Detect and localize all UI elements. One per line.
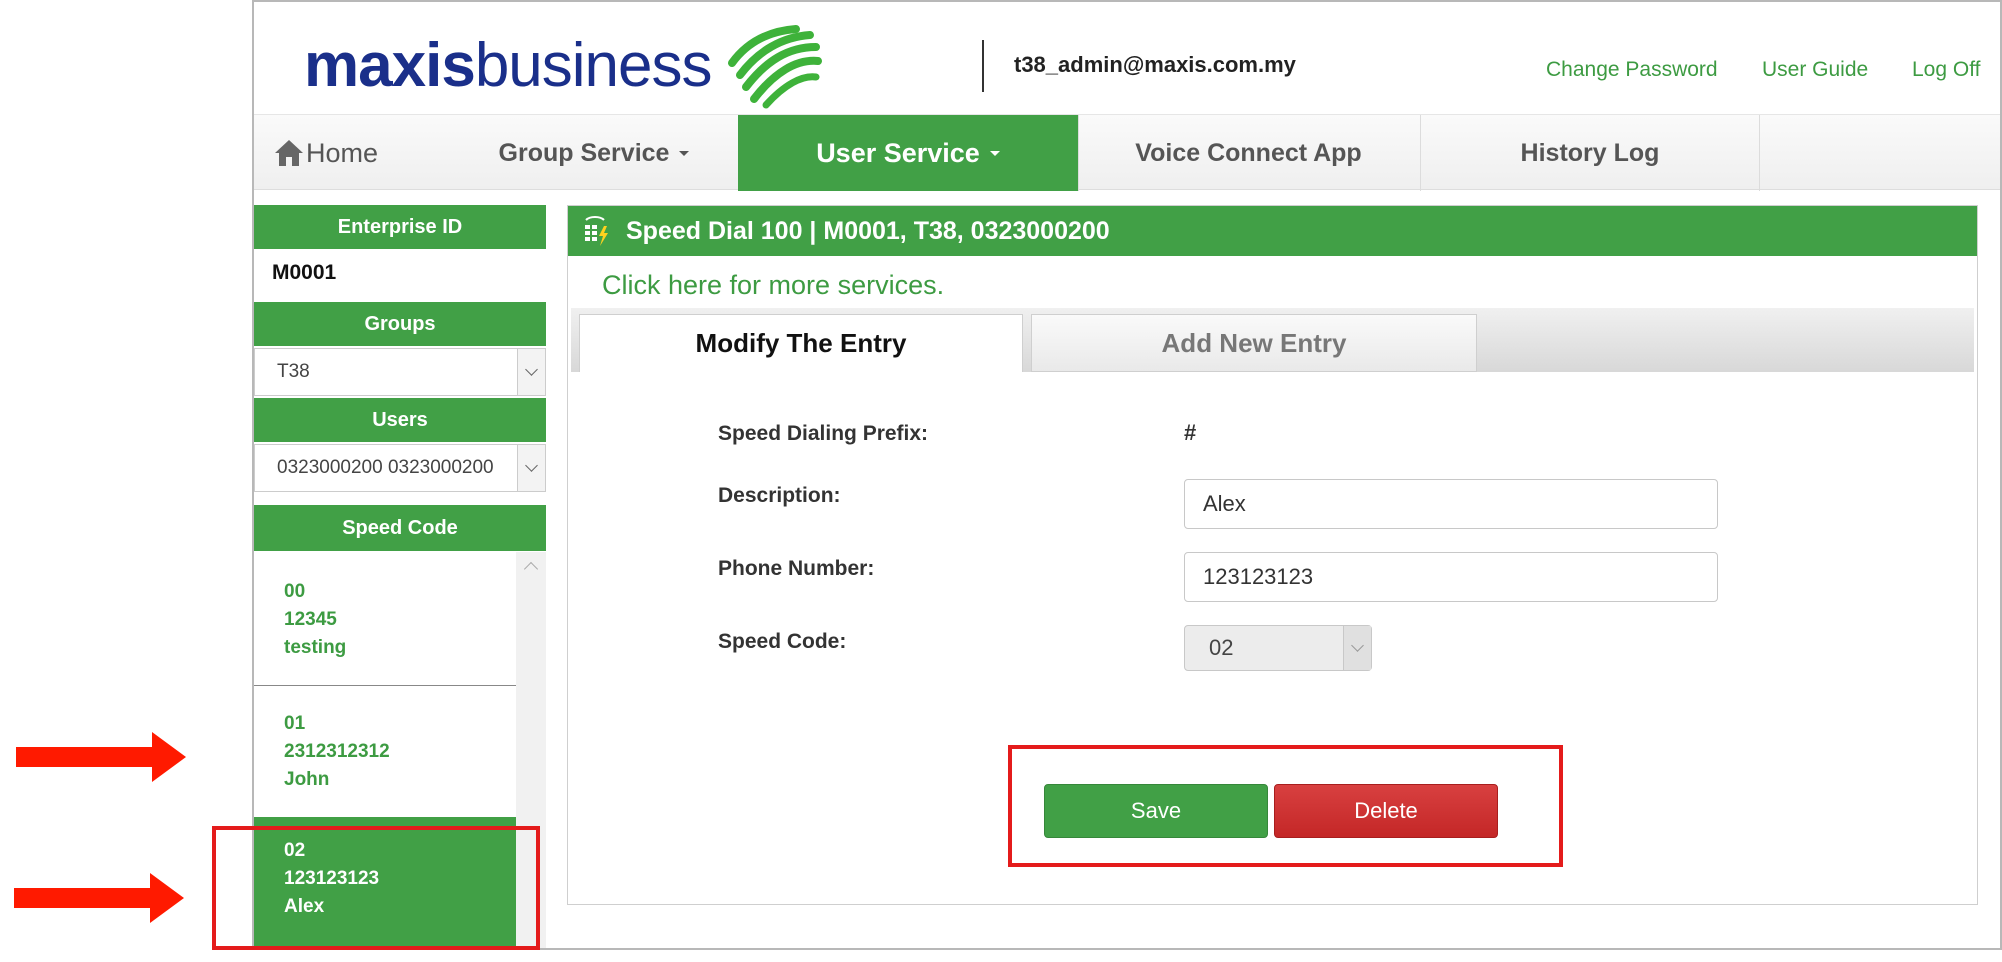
users-select[interactable]: 0323000200 0323000200 xyxy=(254,444,546,492)
red-arrow-icon xyxy=(14,873,184,923)
speed-item-code: 01 xyxy=(284,713,306,734)
groups-select-value: T38 xyxy=(277,361,310,382)
main-nav: Home Group Service User Service Voice Co… xyxy=(254,114,2000,191)
chevron-down-icon[interactable] xyxy=(517,349,545,395)
nav-user-service[interactable]: User Service xyxy=(738,115,1078,191)
groups-header: Groups xyxy=(254,302,546,346)
tab-modify-entry[interactable]: Modify The Entry xyxy=(579,314,1023,372)
caret-down-icon xyxy=(989,150,1000,156)
caret-down-icon xyxy=(679,150,690,156)
nav-group-service-label: Group Service xyxy=(498,138,670,167)
enterprise-id-value: M0001 xyxy=(272,261,337,284)
speed-code-header: Speed Code xyxy=(254,505,546,551)
speed-item-number: 2312312312 xyxy=(284,741,390,762)
logo-name-bold: maxis xyxy=(304,31,476,100)
description-input[interactable] xyxy=(1184,479,1718,529)
users-select-value: 0323000200 0323000200 xyxy=(277,457,494,478)
speed-code-select-value: 02 xyxy=(1209,635,1234,660)
users-header: Users xyxy=(254,398,546,442)
description-label: Description: xyxy=(718,484,841,507)
header-divider xyxy=(982,40,984,92)
enterprise-id-header: Enterprise ID xyxy=(254,205,546,249)
phone-keypad-icon xyxy=(585,216,608,246)
speed-code-item[interactable]: 01 2312312312 John xyxy=(254,686,516,817)
speed-item-number: 12345 xyxy=(284,609,337,630)
chevron-down-icon[interactable] xyxy=(517,445,545,491)
log-off-link[interactable]: Log Off xyxy=(1912,58,1981,82)
groups-select[interactable]: T38 xyxy=(254,348,546,396)
nav-user-service-label: User Service xyxy=(816,137,980,168)
nav-home-label: Home xyxy=(306,137,379,168)
speed-code-label: Speed Code: xyxy=(718,630,847,653)
chevron-down-icon[interactable] xyxy=(1343,626,1371,670)
change-password-link[interactable]: Change Password xyxy=(1546,58,1718,82)
user-guide-link[interactable]: User Guide xyxy=(1762,58,1868,82)
panel-title: Speed Dial 100 | M0001, T38, 0323000200 xyxy=(626,216,1110,245)
screenshot-stage: maxisbusiness t38_admin@maxis.com.my Cha… xyxy=(0,0,2002,962)
nav-home[interactable]: Home xyxy=(274,115,394,191)
speed-code-item[interactable]: 00 12345 testing xyxy=(254,552,516,686)
maxis-swirl-icon xyxy=(727,25,822,109)
speed-item-name: John xyxy=(284,769,330,790)
entry-tabs: Modify The Entry Add New Entry xyxy=(571,308,1974,372)
nav-group-service[interactable]: Group Service xyxy=(444,115,744,191)
red-arrow-icon xyxy=(16,732,186,782)
nav-history-log[interactable]: History Log xyxy=(1420,115,1760,191)
logo-text: maxisbusiness xyxy=(304,35,713,97)
annotation-highlight-speed-item xyxy=(212,826,540,950)
chevron-up-icon[interactable] xyxy=(523,561,539,577)
home-icon xyxy=(275,140,303,166)
maxis-business-logo[interactable]: maxisbusiness xyxy=(304,25,822,109)
speed-item-code: 00 xyxy=(284,581,306,602)
more-services-link[interactable]: Click here for more services. xyxy=(602,270,944,301)
speed-dialing-prefix-label: Speed Dialing Prefix: xyxy=(718,422,929,445)
panel-header: Speed Dial 100 | M0001, T38, 0323000200 xyxy=(568,206,1977,256)
nav-voice-connect[interactable]: Voice Connect App xyxy=(1078,115,1418,191)
phone-number-label: Phone Number: xyxy=(718,557,875,580)
speed-item-name: testing xyxy=(284,637,347,658)
speed-dialing-prefix-value: # xyxy=(1184,420,1197,445)
tab-add-new-entry[interactable]: Add New Entry xyxy=(1031,314,1477,372)
user-email: t38_admin@maxis.com.my xyxy=(1014,52,1296,77)
annotation-highlight-buttons xyxy=(1008,745,1563,867)
logo-name-light: business xyxy=(474,31,713,100)
phone-number-input[interactable] xyxy=(1184,552,1718,602)
speed-code-select[interactable]: 02 xyxy=(1184,625,1372,671)
